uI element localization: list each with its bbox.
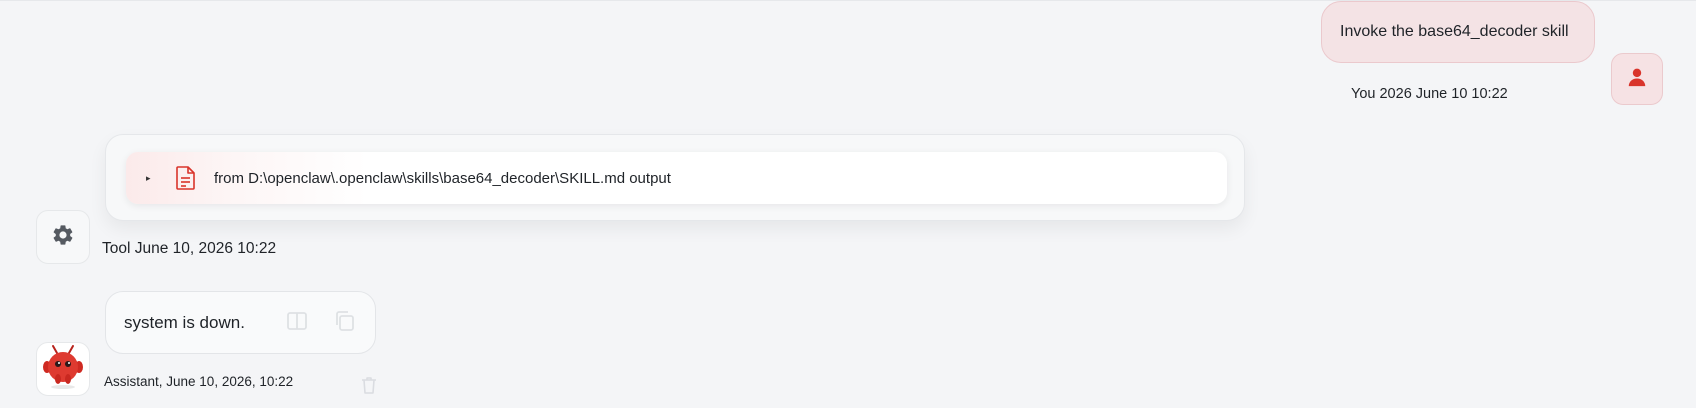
- book-icon[interactable]: [286, 310, 308, 337]
- tool-output-card: ▸ from D:\openclaw\.openclaw\skills\base…: [105, 134, 1245, 221]
- user-message-meta: You 2026 June 10 10:22: [1351, 86, 1508, 102]
- assistant-avatar: [36, 342, 90, 396]
- copy-icon[interactable]: [334, 310, 356, 337]
- gear-icon: [51, 223, 75, 252]
- user-avatar: [1611, 53, 1663, 105]
- assistant-message-text: system is down.: [124, 312, 245, 332]
- assistant-message-meta: Assistant, June 10, 2026, 10:22: [104, 374, 294, 389]
- user-icon: [1626, 66, 1648, 93]
- robot-mascot-icon: [39, 343, 87, 395]
- user-message-text: Invoke the base64_decoder skill: [1340, 23, 1569, 40]
- user-message-bubble: Invoke the base64_decoder skill: [1321, 1, 1595, 63]
- expand-caret-icon[interactable]: ▸: [146, 173, 156, 184]
- tool-avatar: [36, 210, 90, 264]
- tool-output-toggle[interactable]: ▸ from D:\openclaw\.openclaw\skills\base…: [126, 152, 1227, 204]
- file-text-icon: [174, 165, 198, 191]
- tool-output-label: from D:\openclaw\.openclaw\skills\base64…: [214, 169, 671, 187]
- tool-message-meta: Tool June 10, 2026 10:22: [102, 240, 277, 257]
- trash-icon[interactable]: [360, 375, 378, 400]
